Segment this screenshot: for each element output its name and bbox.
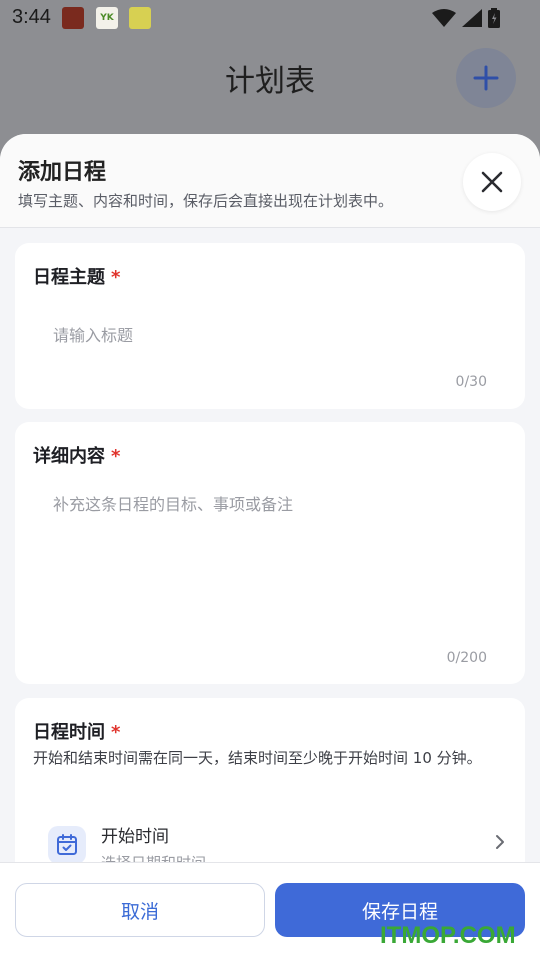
notification-app-icon	[129, 7, 151, 29]
content-field-card: 详细内容 * 补充这条日程的目标、事项或备注 0/200	[15, 422, 525, 684]
title-input[interactable]: 请输入标题	[53, 322, 133, 346]
wifi-icon	[432, 9, 456, 27]
signal-icon	[462, 9, 482, 27]
content-field-label-text: 详细内容	[33, 446, 105, 467]
notification-app-icon	[62, 7, 84, 29]
close-button[interactable]	[463, 153, 521, 211]
watermark: ITMOP.COM	[380, 922, 516, 949]
title-char-counter: 0/30	[455, 374, 487, 390]
calendar-icon-badge	[48, 826, 86, 864]
sheet-title: 添加日程	[18, 160, 107, 185]
sheet-header: 添加日程 填写主题、内容和时间，保存后会直接出现在计划表中。	[0, 134, 540, 228]
content-textarea[interactable]: 补充这条日程的目标、事项或备注	[53, 491, 293, 515]
chevron-right-icon	[496, 835, 504, 849]
content-char-counter: 0/200	[446, 650, 487, 666]
start-time-row[interactable]: 开始时间 选择日期和时间	[45, 816, 505, 872]
time-field-label: 日程时间 *	[33, 718, 120, 744]
cancel-button[interactable]: 取消	[15, 883, 265, 937]
plus-icon	[473, 65, 499, 91]
add-schedule-button[interactable]	[456, 48, 516, 108]
calendar-icon	[57, 834, 77, 855]
status-time: 3:44	[12, 6, 51, 28]
sheet-subtitle: 填写主题、内容和时间，保存后会直接出现在计划表中。	[18, 192, 394, 210]
status-icons	[432, 8, 500, 28]
title-field-label-text: 日程主题	[33, 267, 105, 288]
add-schedule-sheet: 添加日程 填写主题、内容和时间，保存后会直接出现在计划表中。 日程主题 * 请输入…	[0, 134, 540, 960]
status-bar: 3:44 YK	[0, 0, 540, 36]
content-field-label: 详细内容 *	[33, 442, 120, 468]
battery-icon	[488, 8, 500, 28]
title-field-card: 日程主题 * 请输入标题 0/30	[15, 243, 525, 409]
time-field-hint: 开始和结束时间需在同一天，结束时间至少晚于开始时间 10 分钟。	[33, 749, 482, 767]
start-time-label: 开始时间	[101, 827, 169, 847]
required-mark: *	[111, 446, 121, 467]
title-field-label: 日程主题 *	[33, 263, 120, 289]
time-field-label-text: 日程时间	[33, 722, 105, 743]
notification-app-icon: YK	[96, 7, 118, 29]
required-mark: *	[111, 267, 121, 288]
close-icon	[481, 171, 503, 193]
required-mark: *	[111, 722, 121, 743]
